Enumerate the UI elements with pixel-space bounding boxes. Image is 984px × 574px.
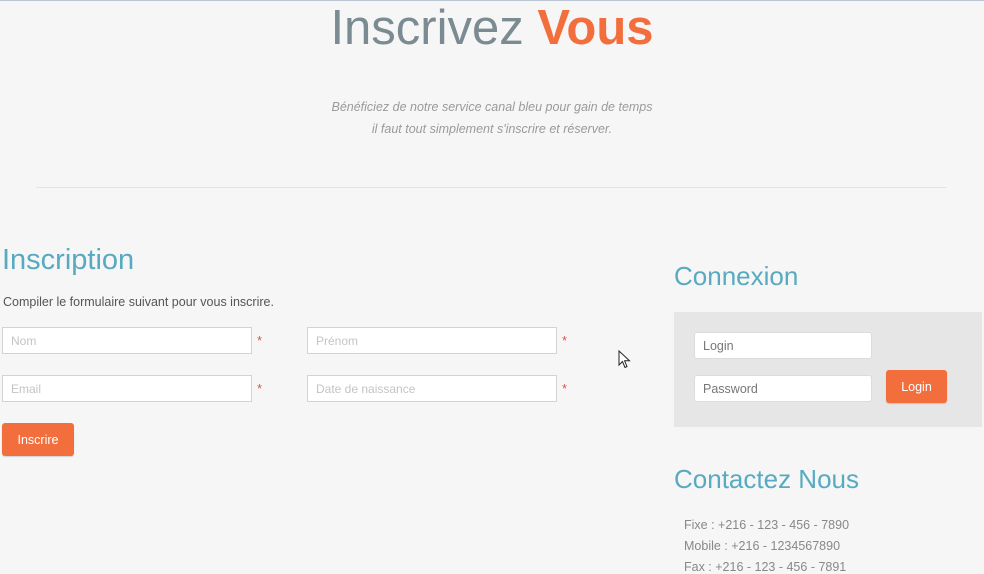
required-mark: *	[562, 333, 568, 348]
section-divider	[36, 187, 946, 188]
connexion-heading: Connexion	[674, 261, 799, 291]
inscription-intro: Compiler le formulaire suivant pour vous…	[3, 295, 274, 309]
inscrire-button[interactable]: Inscrire	[2, 423, 74, 456]
contact-phone-fixed: Fixe : +216 - 123 - 456 - 7890	[684, 518, 850, 532]
login-panel: Login	[674, 312, 982, 427]
login-input[interactable]	[694, 332, 872, 359]
login-button[interactable]: Login	[886, 370, 947, 403]
email-field[interactable]	[2, 375, 252, 402]
page-subtitle: Bénéficiez de notre service canal bleu p…	[0, 96, 984, 140]
password-input[interactable]	[694, 375, 872, 402]
page-title: Inscrivez Vous	[0, 1, 984, 55]
prenom-field[interactable]	[307, 327, 557, 354]
required-mark: *	[257, 381, 263, 396]
subtitle-line-2: il faut tout simplement s'inscrire et ré…	[371, 122, 613, 136]
nom-field[interactable]	[2, 327, 252, 354]
page-title-accent: Vous	[537, 1, 654, 55]
page-title-plain: Inscrivez	[330, 1, 524, 55]
contact-heading: Contactez Nous	[674, 464, 859, 494]
birthdate-field[interactable]	[307, 375, 557, 402]
required-mark: *	[257, 333, 263, 348]
mouse-pointer-icon	[618, 350, 631, 369]
inscription-heading: Inscription	[2, 244, 135, 276]
required-mark: *	[562, 381, 568, 396]
subtitle-line-1: Bénéficiez de notre service canal bleu p…	[331, 100, 653, 114]
contact-phone-mobile: Mobile : +216 - 1234567890	[684, 539, 841, 553]
